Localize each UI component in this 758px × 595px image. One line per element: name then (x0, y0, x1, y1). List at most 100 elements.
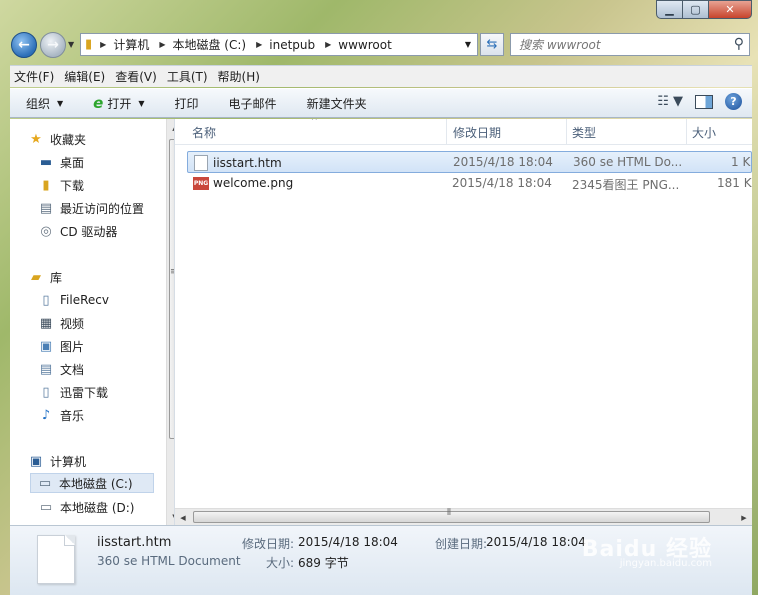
nav-local-d[interactable]: ▭ 本地磁盘 (D:) (38, 497, 135, 517)
desktop-icon: ▬ (39, 154, 53, 170)
chevron-right-icon[interactable]: ▶ (100, 40, 106, 49)
details-modified-value: 2015/4/18 18:04 (298, 535, 398, 549)
nav-documents[interactable]: ▤ 文档 (38, 359, 84, 379)
breadcrumb-label: 计算机 (113, 38, 150, 52)
nav-computer[interactable]: ▣ 计算机 (28, 451, 86, 471)
details-filename: iisstart.htm (97, 535, 172, 550)
address-dropdown-icon[interactable]: ▼ (465, 40, 471, 49)
documents-icon: ▤ (39, 361, 53, 377)
organize-label: 组织 (26, 96, 51, 111)
scroll-down-icon[interactable]: ▼ (167, 508, 174, 525)
nav-label: 本地磁盘 (D:) (60, 500, 135, 515)
file-row[interactable]: iisstart.htm 2015/4/18 18:04 360 se HTML… (187, 151, 752, 173)
baidu-watermark-url: jingyan.baidu.com (619, 558, 712, 569)
print-button[interactable]: 打印 (175, 95, 199, 112)
menu-view[interactable]: 查看(V) (111, 68, 161, 85)
hard-drive-icon: ▭ (39, 499, 53, 515)
navigation-bar: ← → ▼ ▮ ▶ 计算机 ▶ 本地磁盘 (C:) ▶ inetpub ▶ wwwroo… (0, 28, 758, 62)
nav-label: 桌面 (60, 155, 85, 170)
organize-button[interactable]: 组织 ▼ (26, 95, 63, 112)
nav-label: 最近访问的位置 (60, 201, 145, 216)
details-pane: iisstart.htm 360 se HTML Document 修改日期: … (10, 525, 752, 595)
nav-desktop[interactable]: ▬ 桌面 (38, 152, 84, 172)
column-size[interactable]: 大小 (687, 119, 752, 145)
menu-edit[interactable]: 编辑(E) (60, 68, 109, 85)
column-type[interactable]: 类型 (567, 119, 687, 145)
menu-help[interactable]: 帮助(H) (214, 68, 264, 85)
breadcrumb-computer[interactable]: ▶ 计算机 (96, 36, 149, 53)
nav-music[interactable]: ♪ 音乐 (38, 405, 84, 425)
nav-downloads[interactable]: ▮ 下载 (38, 175, 84, 195)
nav-label: FileRecv (60, 293, 109, 307)
nav-recent[interactable]: ▤ 最近访问的位置 (38, 198, 144, 218)
refresh-button[interactable]: ⇆ (480, 33, 504, 56)
nav-filerecv[interactable]: ▯ FileRecv (38, 290, 109, 310)
breadcrumb-label: inetpub (269, 37, 316, 52)
maximize-button[interactable]: ▢ (683, 0, 709, 19)
close-button[interactable]: ✕ (709, 0, 752, 19)
document-icon (37, 535, 75, 584)
downloads-folder-icon: ▮ (42, 177, 50, 193)
explorer-window: ▁ ▢ ✕ ← → ▼ ▮ ▶ 计算机 ▶ 本地磁盘 (C:) ▶ inetpub ▶… (0, 0, 758, 595)
ie-browser-icon: e (93, 94, 104, 112)
scroll-up-icon[interactable]: ▲ (167, 119, 174, 136)
column-name[interactable]: 名称 (187, 119, 447, 145)
command-bar: 组织 ▼ e 打开 ▼ 打印 电子邮件 新建文件夹 ☷ ▼ ? (10, 88, 752, 118)
nav-xunlei[interactable]: ▯ 迅雷下载 (38, 382, 108, 402)
pictures-icon: ▣ (39, 338, 53, 354)
nav-pictures[interactable]: ▣ 图片 (38, 336, 84, 356)
nav-local-c[interactable]: ▭ 本地磁盘 (C:) (30, 473, 154, 493)
file-modified: 2015/4/18 18:04 (452, 176, 552, 190)
nav-library[interactable]: ▰ 库 (28, 267, 62, 287)
video-icon: ▦ (39, 315, 53, 331)
scroll-left-icon[interactable]: ◀ (175, 509, 191, 525)
library-icon: ▰ (31, 269, 41, 285)
search-input[interactable] (517, 36, 717, 53)
png-file-icon: PNG (193, 176, 209, 190)
nav-cd-drive[interactable]: ◎ CD 驱动器 (38, 221, 117, 241)
details-size-value: 689 字节 (298, 556, 349, 570)
breadcrumb-wwwroot[interactable]: ▶ wwwroot (321, 38, 392, 52)
new-folder-button[interactable]: 新建文件夹 (307, 95, 367, 112)
nav-label: 库 (50, 270, 63, 285)
file-name-cell: iisstart.htm (194, 155, 282, 171)
file-size: 181 K (717, 176, 752, 190)
chevron-right-icon[interactable]: ▶ (256, 40, 262, 49)
horizontal-scrollbar[interactable]: ◀ ⦀ ▶ (175, 508, 752, 525)
nav-video[interactable]: ▦ 视频 (38, 313, 84, 333)
email-button[interactable]: 电子邮件 (229, 95, 277, 112)
menu-file[interactable]: 文件(F) (10, 68, 58, 85)
search-box[interactable]: ⚲ (510, 33, 750, 56)
open-button[interactable]: e 打开 ▼ (93, 94, 144, 112)
chevron-right-icon[interactable]: ▶ (159, 40, 165, 49)
breadcrumb-inetpub[interactable]: ▶ inetpub (252, 38, 315, 52)
help-icon[interactable]: ? (725, 93, 742, 110)
column-modified[interactable]: 修改日期 (448, 119, 567, 145)
details-size-label: 大小: (266, 556, 295, 570)
folder-icon: ▮ (85, 37, 93, 52)
view-options-icon[interactable]: ☷ ▼ (657, 94, 683, 109)
back-button[interactable]: ← (11, 32, 37, 58)
column-header-row: ^ 名称 修改日期 类型 大小 (175, 119, 752, 145)
search-icon[interactable]: ⚲ (734, 36, 744, 52)
file-row[interactable]: PNG welcome.png 2015/4/18 18:04 2345看图王 … (187, 173, 752, 195)
windows-drive-icon: ▭ (38, 475, 52, 491)
scroll-thumb[interactable] (193, 511, 710, 523)
recent-pages-dropdown-icon[interactable]: ▼ (68, 40, 74, 49)
nav-scrollbar[interactable]: ▲ ≡ ▼ (166, 119, 174, 525)
chevron-right-icon[interactable]: ▶ (325, 40, 331, 49)
chevron-down-icon: ▼ (57, 98, 64, 108)
preview-pane-icon[interactable] (695, 94, 713, 109)
scroll-right-icon[interactable]: ▶ (736, 509, 752, 525)
download-icon: ▯ (42, 384, 50, 400)
minimize-button[interactable]: ▁ (656, 0, 683, 19)
chevron-down-icon: ▼ (138, 98, 145, 108)
forward-button[interactable]: → (40, 32, 66, 58)
address-bar[interactable]: ▮ ▶ 计算机 ▶ 本地磁盘 (C:) ▶ inetpub ▶ wwwroot ▼ (80, 33, 478, 56)
menu-tools[interactable]: 工具(T) (163, 68, 212, 85)
file-name: welcome.png (213, 176, 294, 190)
details-created-label: 创建日期: (435, 537, 488, 551)
breadcrumb-local-c[interactable]: ▶ 本地磁盘 (C:) (155, 36, 246, 53)
html-file-icon (194, 155, 208, 171)
nav-favorites[interactable]: ★ 收藏夹 (28, 129, 86, 149)
